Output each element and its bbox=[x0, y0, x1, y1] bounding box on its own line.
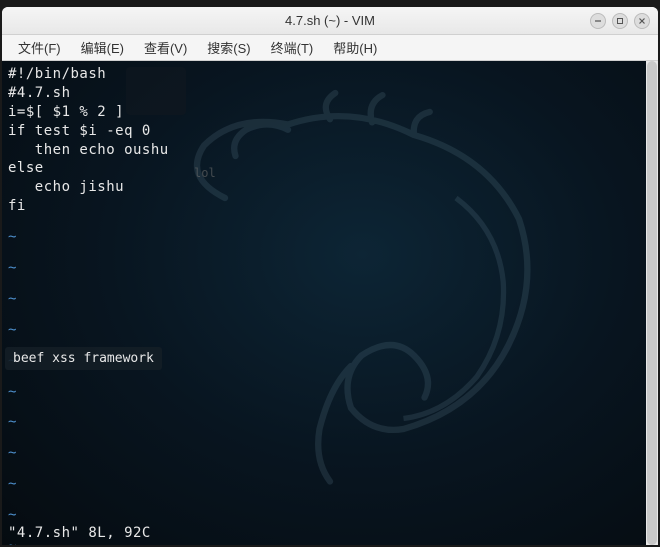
window-title: 4.7.sh (~) - VIM bbox=[285, 13, 375, 28]
vim-buffer: #!/bin/bash #4.7.sh i=$[ $1 % 2 ] if tes… bbox=[2, 61, 658, 545]
menu-search[interactable]: 搜索(S) bbox=[199, 35, 258, 60]
vim-status-line: "4.7.sh" 8L, 92C bbox=[8, 525, 151, 541]
minimize-button[interactable] bbox=[590, 13, 606, 29]
menu-edit[interactable]: 编辑(E) bbox=[73, 35, 132, 60]
code-line: i=$[ $1 % 2 ] bbox=[8, 103, 652, 122]
maximize-button[interactable] bbox=[612, 13, 628, 29]
vim-empty-line: ~ bbox=[8, 321, 652, 340]
code-line: else bbox=[8, 159, 652, 178]
vim-empty-line: ~ bbox=[8, 444, 652, 463]
scrollbar-thumb[interactable] bbox=[647, 61, 657, 545]
code-line: #4.7.sh bbox=[8, 84, 652, 103]
code-line: fi bbox=[8, 197, 652, 216]
vim-empty-line: ~ bbox=[8, 413, 652, 432]
vim-empty-line: ~ bbox=[8, 259, 652, 278]
code-line: echo jishu bbox=[8, 178, 652, 197]
desktop-beef-label: beef xss framework bbox=[5, 347, 162, 370]
terminal-area[interactable]: lol #!/bin/bash #4.7.sh i=$[ $1 % 2 ] if… bbox=[2, 61, 658, 545]
menu-view[interactable]: 查看(V) bbox=[136, 35, 195, 60]
window-controls bbox=[590, 13, 650, 29]
scrollbar[interactable] bbox=[646, 61, 658, 545]
close-button[interactable] bbox=[634, 13, 650, 29]
vim-empty-line: ~ bbox=[8, 290, 652, 309]
vim-empty-line: ~ bbox=[8, 228, 652, 247]
vim-empty-line: ~ bbox=[8, 475, 652, 494]
menu-file[interactable]: 文件(F) bbox=[10, 35, 69, 60]
vim-empty-line: ~ bbox=[8, 506, 652, 525]
vim-window: 4.7.sh (~) - VIM 文件(F) 编辑(E) 查看(V) 搜索(S)… bbox=[2, 7, 658, 545]
code-line: then echo oushu bbox=[8, 141, 652, 160]
menu-terminal[interactable]: 终端(T) bbox=[263, 35, 322, 60]
code-line: #!/bin/bash bbox=[8, 65, 652, 84]
menubar: 文件(F) 编辑(E) 查看(V) 搜索(S) 终端(T) 帮助(H) bbox=[2, 35, 658, 61]
code-line: if test $i -eq 0 bbox=[8, 122, 652, 141]
titlebar: 4.7.sh (~) - VIM bbox=[2, 7, 658, 35]
menu-help[interactable]: 帮助(H) bbox=[325, 35, 385, 60]
vim-empty-line: ~ bbox=[8, 383, 652, 402]
